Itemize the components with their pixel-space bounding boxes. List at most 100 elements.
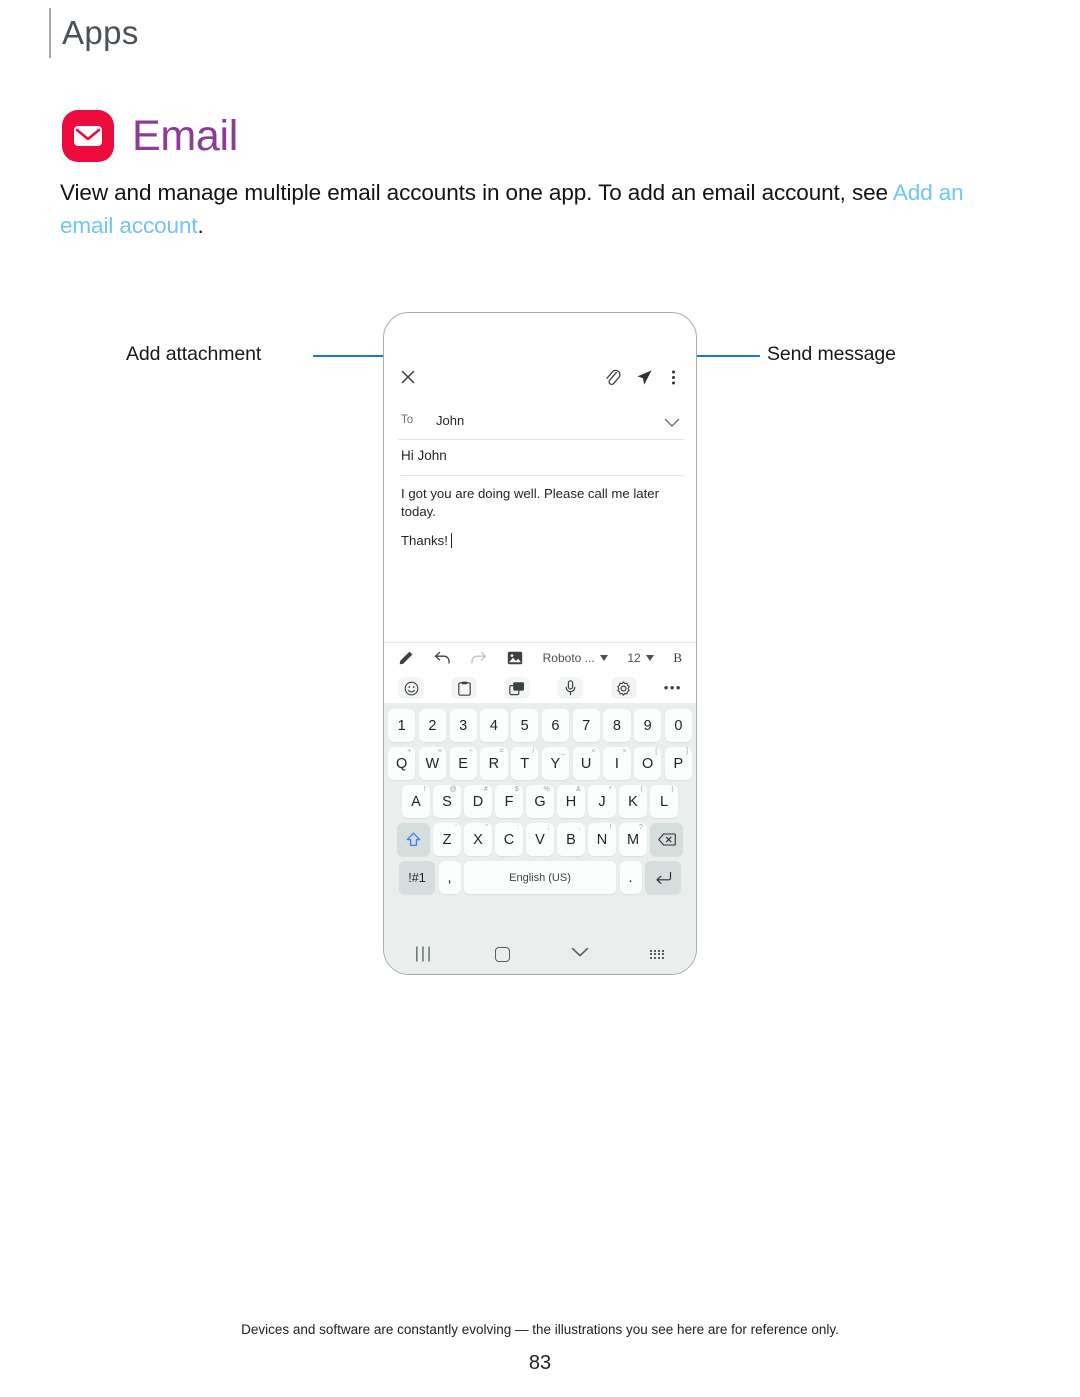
key-v[interactable]: ; V bbox=[526, 823, 554, 856]
key-label: B bbox=[566, 831, 576, 848]
message-body[interactable]: I got you are doing well. Please call me… bbox=[401, 485, 683, 562]
key-secondary-label: ] bbox=[686, 748, 688, 755]
clipboard-icon[interactable] bbox=[451, 677, 478, 699]
symbols-key[interactable]: !#1 bbox=[399, 861, 435, 894]
key-label: A bbox=[411, 793, 421, 810]
key-label: 3 bbox=[459, 717, 468, 734]
key-secondary-label: # bbox=[483, 786, 488, 793]
more-vertical-icon[interactable] bbox=[671, 369, 676, 391]
microphone-icon[interactable] bbox=[557, 677, 584, 699]
recent-apps-icon[interactable]: ||| bbox=[415, 945, 433, 963]
chevron-down-icon[interactable] bbox=[664, 415, 680, 433]
key-4[interactable]: 4 bbox=[480, 709, 508, 742]
emoji-icon[interactable] bbox=[398, 677, 424, 699]
key-7[interactable]: 7 bbox=[572, 709, 600, 742]
key-a[interactable]: ! A bbox=[402, 785, 430, 818]
key-h[interactable]: & H bbox=[557, 785, 585, 818]
compose-appbar bbox=[384, 361, 696, 403]
backspace-icon[interactable] bbox=[650, 823, 684, 856]
description-text: View and manage multiple email accounts … bbox=[60, 180, 893, 205]
chevron-down-icon bbox=[599, 655, 608, 661]
key-y[interactable]: _ Y bbox=[541, 747, 569, 780]
key-0[interactable]: 0 bbox=[664, 709, 692, 742]
key-i[interactable]: > I bbox=[603, 747, 631, 780]
image-icon[interactable] bbox=[507, 651, 523, 665]
key-label: R bbox=[488, 755, 500, 772]
font-family-dropdown[interactable]: Roboto ... bbox=[543, 651, 608, 665]
keyboard-row-space: !#1 , English (US) . bbox=[388, 861, 692, 894]
home-icon[interactable] bbox=[494, 946, 510, 962]
key-label: L bbox=[659, 793, 669, 810]
key-secondary-label: × bbox=[437, 748, 442, 755]
key-n[interactable]: ! N bbox=[588, 823, 616, 856]
key-label: W bbox=[425, 755, 440, 772]
formatting-toolbar-row-2: ••• bbox=[384, 673, 696, 703]
to-recipient-value[interactable]: John bbox=[436, 413, 464, 428]
key-3[interactable]: 3 bbox=[449, 709, 477, 742]
key-label: 8 bbox=[612, 717, 621, 734]
key-5[interactable]: 5 bbox=[511, 709, 539, 742]
key-2[interactable]: 2 bbox=[418, 709, 446, 742]
key-p[interactable]: ] P bbox=[664, 747, 692, 780]
key-w[interactable]: × W bbox=[418, 747, 446, 780]
keyboard-row-numbers: 1 2 3 4 5 6 7 8 9 0 bbox=[388, 709, 692, 742]
key-g[interactable]: % G bbox=[526, 785, 554, 818]
key-secondary-label: / bbox=[532, 748, 535, 755]
space-key[interactable]: English (US) bbox=[464, 861, 616, 894]
key-m[interactable]: ? M bbox=[619, 823, 647, 856]
key-d[interactable]: # D bbox=[464, 785, 492, 818]
recipient-row[interactable]: To John bbox=[398, 410, 684, 440]
key-j[interactable]: * J bbox=[588, 785, 616, 818]
key-r[interactable]: = R bbox=[480, 747, 508, 780]
key-u[interactable]: < U bbox=[572, 747, 600, 780]
body-paragraph-1: I got you are doing well. Please call me… bbox=[401, 486, 660, 519]
shift-up-arrow-icon[interactable] bbox=[396, 823, 430, 856]
font-size-label: 12 bbox=[627, 651, 641, 665]
redo-icon[interactable] bbox=[470, 651, 487, 665]
header-divider bbox=[49, 8, 51, 58]
key-b[interactable]: ,B bbox=[557, 823, 585, 856]
key-label: Y bbox=[550, 755, 561, 772]
sticker-icon[interactable] bbox=[504, 677, 531, 699]
key-z[interactable]: ' Z bbox=[433, 823, 461, 856]
key-q[interactable]: + Q bbox=[388, 747, 416, 780]
key-f[interactable]: $ F bbox=[495, 785, 523, 818]
body-paragraph-2: Thanks! bbox=[401, 532, 683, 550]
key-s[interactable]: @ S bbox=[433, 785, 461, 818]
close-x-icon[interactable] bbox=[400, 369, 416, 390]
pen-icon[interactable] bbox=[398, 650, 414, 666]
key-e[interactable]: ÷ E bbox=[449, 747, 477, 780]
key-label: I bbox=[614, 755, 619, 772]
undo-icon[interactable] bbox=[434, 651, 451, 665]
settings-gear-icon[interactable] bbox=[610, 677, 637, 699]
subject-field[interactable]: Hi John bbox=[401, 446, 684, 476]
key-t[interactable]: / T bbox=[511, 747, 539, 780]
text-caret bbox=[450, 533, 452, 548]
key-label: G bbox=[534, 793, 546, 810]
period-key[interactable]: . bbox=[619, 861, 642, 894]
chevron-down-icon[interactable] bbox=[571, 945, 589, 963]
keyboard-icon[interactable] bbox=[650, 949, 666, 959]
callout-add-attachment: Add attachment bbox=[126, 343, 262, 365]
send-paper-plane-icon[interactable] bbox=[636, 369, 653, 391]
key-label: 9 bbox=[643, 717, 652, 734]
key-o[interactable]: [O bbox=[634, 747, 662, 780]
key-9[interactable]: 9 bbox=[634, 709, 662, 742]
page-header: Apps bbox=[0, 0, 1080, 70]
font-size-dropdown[interactable]: 12 bbox=[627, 651, 654, 665]
key-1[interactable]: 1 bbox=[388, 709, 416, 742]
section-title: Apps bbox=[62, 14, 139, 51]
more-horizontal-icon[interactable]: ••• bbox=[664, 681, 682, 694]
comma-key[interactable]: , bbox=[438, 861, 461, 894]
key-8[interactable]: 8 bbox=[603, 709, 631, 742]
key-secondary-label: > bbox=[622, 748, 627, 755]
enter-return-icon[interactable] bbox=[645, 861, 681, 894]
paperclip-icon[interactable] bbox=[604, 368, 621, 392]
key-l[interactable]: ) L bbox=[650, 785, 678, 818]
key-c[interactable]: :C bbox=[495, 823, 523, 856]
key-6[interactable]: 6 bbox=[541, 709, 569, 742]
key-x[interactable]: " X bbox=[464, 823, 492, 856]
key-k[interactable]: (K bbox=[619, 785, 647, 818]
bold-button[interactable]: B bbox=[673, 650, 682, 666]
key-label: 6 bbox=[551, 717, 560, 734]
